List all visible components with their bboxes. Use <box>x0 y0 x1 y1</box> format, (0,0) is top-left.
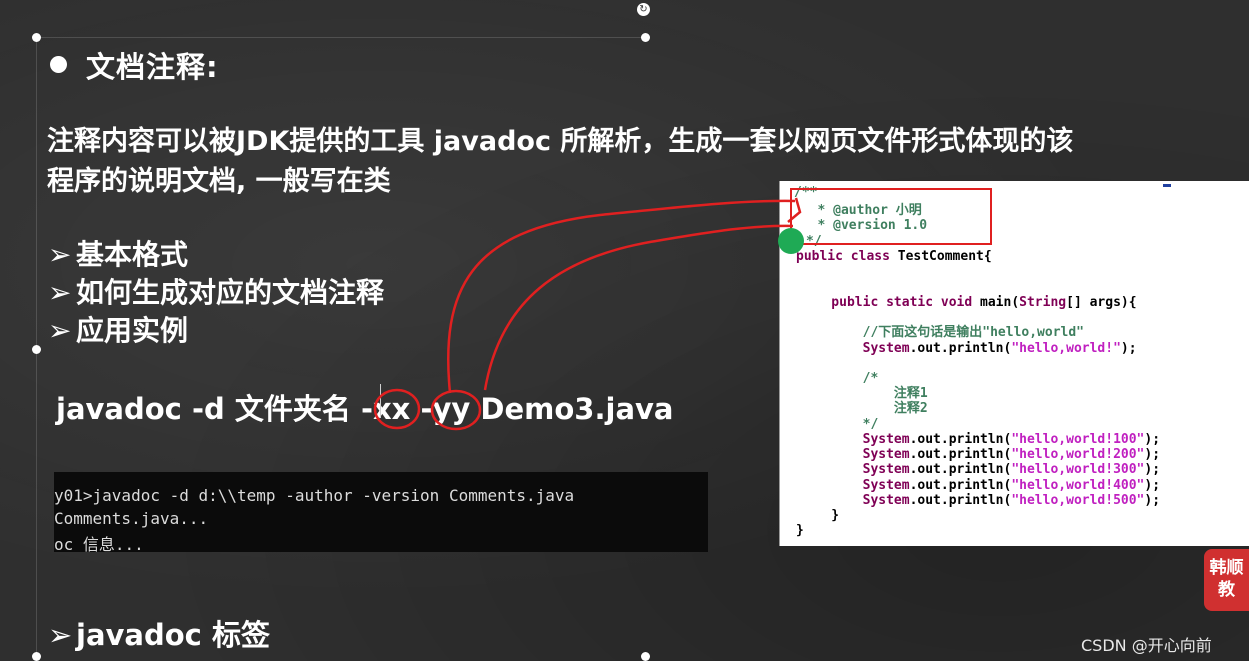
arrow-bullet-icon: ➢ <box>48 618 73 652</box>
arrow-line-yy <box>483 224 794 391</box>
resize-handle-middle-left[interactable] <box>32 345 41 354</box>
code-line: */ <box>800 417 879 432</box>
code-line: System.out.println("hello,world!300"); <box>800 462 1161 477</box>
bullet-dot-icon <box>50 56 67 73</box>
arrow-line-xx <box>446 199 796 394</box>
arrow-bullet-icon: ➢ <box>48 276 72 309</box>
javadoc-command: javadoc -d 文件夹名 -xx -yy Demo3.java <box>56 392 674 426</box>
arrow-bullet-icon: ➢ <box>48 314 72 347</box>
rotate-handle-icon[interactable]: ↻ <box>637 3 650 16</box>
code-line: public static void main(String[] args){ <box>800 295 1137 310</box>
javadoc-tags-heading: ➢ javadoc 标签 <box>48 618 270 652</box>
terminal-line: y01>javadoc -d d:\\temp -author -version… <box>54 486 575 505</box>
terminal-line: Comments.java... <box>54 509 209 528</box>
code-line: } <box>796 523 804 538</box>
list-item: ➢ 应用实例 <box>48 312 384 350</box>
paragraph-line: 注释内容可以被JDK提供的工具 javadoc 所解析，生成一套以网页文件形式体… <box>47 126 1074 157</box>
resize-handle-bottom-left[interactable] <box>32 652 41 661</box>
arrow-bullet-icon: ➢ <box>48 238 72 271</box>
highlight-box-annotation <box>790 188 992 245</box>
resize-handle-top-center[interactable] <box>641 33 650 42</box>
topic-list: ➢ 基本格式 ➢ 如何生成对应的文档注释 ➢ 应用实例 <box>48 236 384 350</box>
slide-title: 文档注释: <box>86 50 219 84</box>
selection-border-top <box>36 37 646 38</box>
code-line: System.out.println("hello,world!200"); <box>800 447 1161 462</box>
text-cursor <box>380 384 381 418</box>
scroll-marker <box>1163 184 1171 187</box>
terminal-line: oc 信息... <box>54 535 144 552</box>
code-line: System.out.println("hello,world!400"); <box>800 478 1161 493</box>
code-line: public class TestComment{ <box>796 249 992 264</box>
terminal-window: y01>javadoc -d d:\\temp -author -version… <box>54 472 708 552</box>
code-line: 注释1 <box>800 386 928 401</box>
code-line: 注释2 <box>800 401 928 416</box>
code-line: System.out.println("hello,world!100"); <box>800 432 1161 447</box>
code-line: /* <box>800 371 879 386</box>
code-line: } <box>800 508 840 523</box>
author-badge: 韩顺 教 <box>1204 549 1249 611</box>
code-line: System.out.println("hello,world!"); <box>800 341 1137 356</box>
list-item: ➢ 基本格式 <box>48 236 384 274</box>
list-item: ➢ 如何生成对应的文档注释 <box>48 274 384 312</box>
code-line: System.out.println("hello,world!500"); <box>800 493 1161 508</box>
resize-handle-bottom-center[interactable] <box>641 652 650 661</box>
resize-handle-top-left[interactable] <box>32 33 41 42</box>
csdn-watermark: CSDN @开心向前 <box>1081 636 1212 655</box>
code-line: //下面这句话是输出"hello,world" <box>800 325 1085 340</box>
green-cursor-dot <box>778 228 804 254</box>
